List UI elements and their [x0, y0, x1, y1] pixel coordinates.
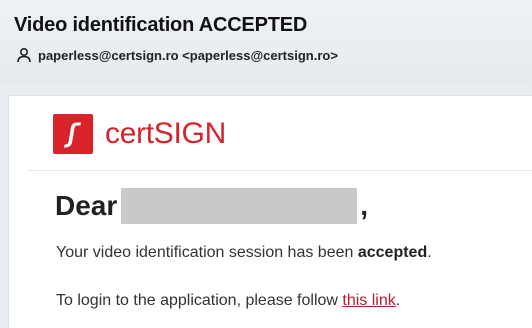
greeting-line: Dear ,: [55, 187, 368, 225]
accepted-word: accepted: [357, 244, 428, 261]
login-period: .: [395, 292, 401, 309]
email-header: Video identification ACCEPTED paperless@…: [0, 0, 532, 84]
this-link[interactable]: this link: [342, 292, 395, 309]
divider: [27, 170, 532, 171]
message-body: certSIGN Dear , Your video identificatio…: [8, 95, 532, 328]
login-text: To login to the application, please foll…: [56, 292, 343, 309]
certsign-logo-mark: [53, 114, 93, 154]
greeting-word: Dear: [55, 190, 118, 221]
acceptance-text: Your video identification session has be…: [56, 244, 358, 261]
brand-header: certSIGN: [9, 96, 532, 170]
acceptance-message: Your video identification session has be…: [56, 244, 432, 262]
redacted-name-block: [121, 188, 358, 224]
person-icon: [16, 47, 32, 63]
greeting-comma: ,: [360, 190, 369, 221]
certsign-logo-text: certSIGN: [105, 117, 226, 150]
email-subject: Video identification ACCEPTED: [14, 14, 308, 36]
login-instruction: To login to the application, please foll…: [56, 292, 400, 310]
acceptance-period: .: [427, 244, 432, 261]
sender-row: paperless@certsign.ro <paperless@certsig…: [16, 46, 338, 64]
sender-address[interactable]: paperless@certsign.ro <paperless@certsig…: [38, 48, 338, 63]
